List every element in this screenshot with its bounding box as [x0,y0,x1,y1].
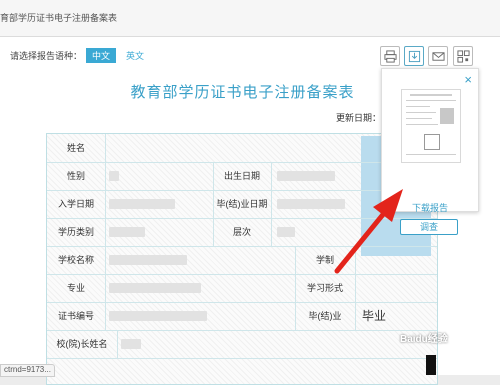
mail-button[interactable] [428,46,448,66]
tab-bar: 育部学历证书电子注册备案表 [0,0,500,37]
table-row: 学校名称 学制 [47,246,437,275]
cert-no-label: 证书编号 [57,311,94,321]
president-label: 校(院)长姓名 [56,339,108,349]
graduate-date-label: 毕(结)业日期 [216,199,268,209]
gender-label: 性别 [66,171,85,181]
download-button[interactable] [404,46,424,66]
language-label: 请选择报告语种： [10,51,83,61]
watermark: Baidu经验 [400,334,448,345]
grad-status-value: 毕业 [361,309,386,323]
print-icon [383,49,397,63]
report-thumbnail[interactable] [401,89,461,163]
scroll-handle[interactable] [426,355,436,375]
lang-chinese-button[interactable]: 中文 [86,48,117,63]
table-row: 专业 学习形式 [47,274,437,303]
major-label: 专业 [66,283,85,293]
grad-status-label: 毕(结)业 [308,311,342,321]
qrcode-button[interactable] [453,46,473,66]
lang-english-button[interactable]: 英文 [120,48,150,63]
table-row: 性别 出生日期 [47,162,437,191]
enroll-label: 入学日期 [57,199,94,209]
level-label: 学历类别 [57,227,94,237]
name-label: 姓名 [66,143,85,153]
close-icon[interactable]: × [464,73,472,86]
language-selector: 请选择报告语种： 中文 英文 [10,48,150,63]
table-row: 入学日期 毕(结)业日期 [47,190,437,219]
table-row: 证书编号 毕(结)业 毕业 [47,302,437,331]
status-bar: ctrnd=9173... [0,364,55,377]
birth-label: 出生日期 [223,171,260,181]
download-popup: × 下载报告 调查 [381,68,479,235]
query-button[interactable]: 调查 [400,219,458,235]
tier-label: 层次 [232,227,251,237]
table-row: 学历类别 层次 [47,218,437,247]
tab-title[interactable]: 育部学历证书电子注册备案表 [0,11,117,24]
qrcode-icon [456,49,470,63]
duration-label: 学制 [315,255,334,265]
download-report-link[interactable]: 下载报告 [382,201,478,214]
print-button[interactable] [380,46,400,66]
table-row: 姓名 [47,134,437,163]
table-row: 校(院)长姓名 [47,330,437,359]
study-form-label: 学习形式 [306,283,343,293]
download-icon [408,50,420,62]
mail-icon [431,51,445,61]
school-label: 学校名称 [57,255,94,265]
report-page: 请选择报告语种： 中文 英文 教育部学历证书电子注册备案表 更新日期：2 姓名 … [0,37,500,385]
update-date: 更新日期：2 [336,113,387,123]
record-table: 姓名 性别 出生日期 入学日期 毕(结)业日期 学历类别 层次 学校名称 学制 … [46,133,438,385]
